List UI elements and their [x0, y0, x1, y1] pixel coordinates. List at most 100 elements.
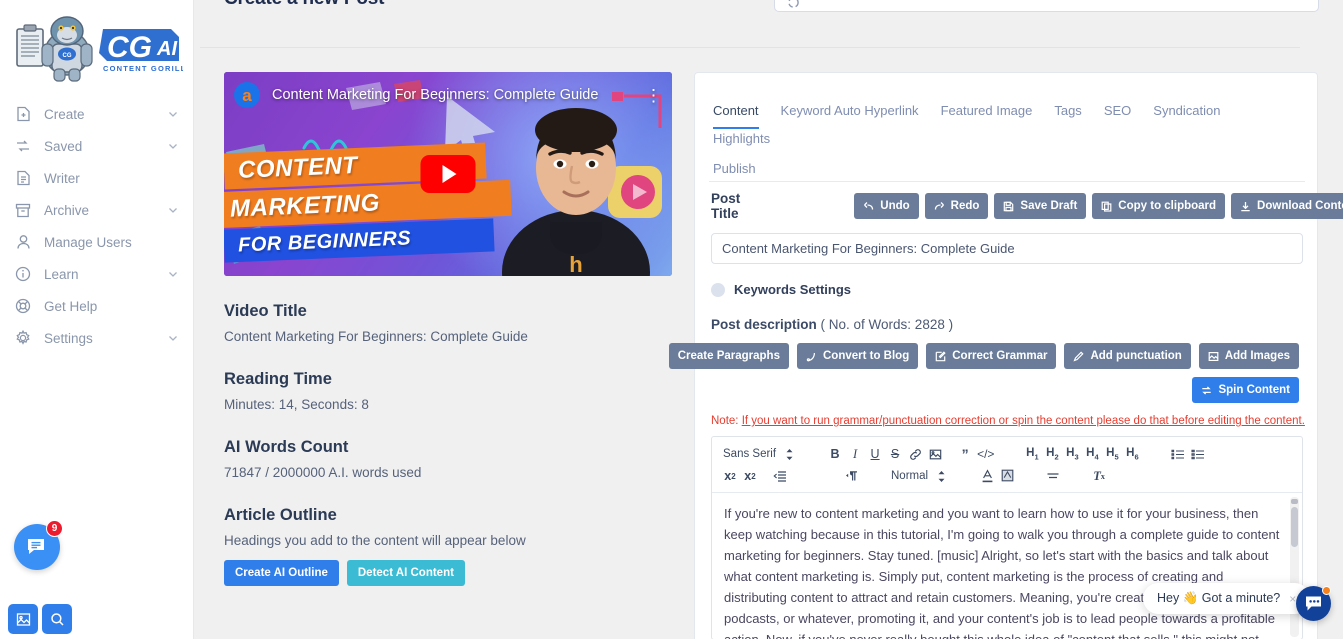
tab-publish[interactable]: Publish	[713, 161, 756, 187]
ordered-list-icon[interactable]	[1168, 444, 1188, 464]
tab-tags[interactable]: Tags	[1054, 103, 1081, 129]
editor-content-area[interactable]: If you're new to content marketing and y…	[712, 493, 1302, 639]
no-caret	[167, 172, 179, 184]
keywords-settings-row[interactable]: Keywords Settings	[711, 282, 1317, 297]
tab-featured-image[interactable]: Featured Image	[941, 103, 1033, 129]
sidebar-item-archive[interactable]: Archive	[0, 194, 193, 226]
background-color-icon[interactable]	[997, 466, 1017, 486]
editor-scrollbar-thumb[interactable]	[1291, 507, 1298, 547]
h1-icon[interactable]: H1	[1022, 444, 1042, 464]
sidebar-item-get-help[interactable]: Get Help	[0, 290, 193, 322]
sidebar-item-create[interactable]: Create	[0, 98, 193, 130]
block-format-select[interactable]: Normal	[888, 466, 931, 486]
redo-button[interactable]: Redo	[924, 193, 989, 219]
post-description-row: Post description ( No. of Words: 2828 )	[711, 317, 1317, 332]
correct-grammar-label: Correct Grammar	[952, 350, 1048, 362]
article-outline-hint: Headings you add to the content will app…	[224, 533, 526, 548]
h5-icon[interactable]: H5	[1102, 444, 1122, 464]
subscript-icon[interactable]: x2	[720, 466, 740, 486]
add-punctuation-button[interactable]: Add punctuation	[1064, 343, 1191, 369]
toolbar-spacer	[1017, 466, 1043, 486]
font-family-stepper-icon[interactable]	[779, 444, 799, 464]
save-draft-button[interactable]: Save Draft	[994, 193, 1087, 219]
create-paragraphs-button[interactable]: Create Paragraphs	[668, 343, 789, 369]
note-text: If you want to run grammar/punctuation c…	[741, 415, 1305, 427]
sidebar: CG CG AI CONTENT GORILLA AI	[0, 0, 194, 639]
video-player[interactable]: CONTENT MARKETING FOR BEGINNERS h a Cont…	[224, 72, 672, 276]
ai-words-count-heading: AI Words Count	[224, 438, 349, 456]
h4-icon[interactable]: H4	[1082, 444, 1102, 464]
undo-button[interactable]: Undo	[854, 193, 919, 219]
play-button[interactable]	[420, 155, 476, 193]
superscript-icon[interactable]: x2	[740, 466, 760, 486]
underline-icon[interactable]: U	[865, 444, 885, 464]
editor-scrollbar[interactable]	[1290, 497, 1299, 637]
description-action-buttons: Create Paragraphs Convert to Blog Correc…	[668, 343, 1299, 369]
download-content-button[interactable]: Download Content	[1231, 193, 1343, 219]
search-icon	[50, 612, 64, 626]
support-chat-launcher[interactable]: 9	[14, 520, 63, 570]
sidebar-item-settings[interactable]: Settings	[0, 322, 193, 354]
clear-format-icon[interactable]: Tx	[1089, 466, 1109, 486]
chat-dots-icon	[1306, 596, 1321, 611]
blog-icon	[806, 351, 817, 362]
tab-keyword-auto-hyperlink[interactable]: Keyword Auto Hyperlink	[781, 103, 919, 129]
chat-fab-button[interactable]	[1296, 586, 1331, 621]
presenter-photo: h	[502, 108, 650, 276]
post-description-label: Post description	[711, 317, 817, 332]
chevron-down-icon	[167, 332, 179, 344]
copy-to-clipboard-button[interactable]: Copy to clipboard	[1092, 193, 1226, 219]
search-button[interactable]	[42, 604, 72, 634]
bold-icon[interactable]: B	[825, 444, 845, 464]
create-ai-outline-button[interactable]: Create AI Outline	[224, 560, 339, 586]
post-title-input[interactable]	[711, 233, 1303, 264]
page-header: Create a new Post	[194, 0, 1343, 10]
more-options-icon[interactable]: ⋮	[645, 87, 662, 104]
text-color-icon[interactable]	[977, 466, 997, 486]
blockquote-icon[interactable]: ”	[955, 444, 975, 464]
word-count: ( No. of Words: 2828 )	[820, 317, 954, 332]
app-logo[interactable]: CG CG AI CONTENT GORILLA AI	[0, 0, 193, 94]
bullet-list-icon[interactable]	[1188, 444, 1208, 464]
image-icon[interactable]	[925, 444, 945, 464]
add-images-button[interactable]: Add Images	[1198, 343, 1299, 369]
channel-avatar[interactable]: a	[234, 82, 260, 108]
rtl-icon[interactable]	[842, 466, 862, 486]
align-icon[interactable]	[1043, 466, 1063, 486]
strikethrough-icon[interactable]: S	[885, 444, 905, 464]
editor-note: Note: If you want to run grammar/punctua…	[711, 415, 1317, 427]
copy-to-clipboard-label: Copy to clipboard	[1118, 200, 1217, 212]
tab-highlights[interactable]: Highlights	[713, 131, 770, 157]
convert-to-blog-button[interactable]: Convert to Blog	[796, 343, 919, 369]
link-icon[interactable]	[905, 444, 925, 464]
keywords-settings-toggle[interactable]	[711, 282, 725, 297]
font-family-select[interactable]: Sans Serif	[720, 444, 779, 464]
h3-icon[interactable]: H3	[1062, 444, 1082, 464]
h6-icon[interactable]: H6	[1122, 444, 1142, 464]
sidebar-item-saved[interactable]: Saved	[0, 130, 193, 162]
convert-to-blog-label: Convert to Blog	[822, 350, 910, 362]
tab-seo[interactable]: SEO	[1104, 103, 1131, 129]
tab-content[interactable]: Content	[713, 103, 759, 129]
outdent-icon[interactable]	[770, 466, 790, 486]
post-title-label: Post Title	[711, 191, 741, 221]
sidebar-item-writer[interactable]: Writer	[0, 162, 193, 194]
correct-grammar-button[interactable]: Correct Grammar	[926, 343, 1057, 369]
tab-syndication[interactable]: Syndication	[1153, 103, 1220, 129]
chat-greeting-popup[interactable]: Hey 👋 Got a minute? ×	[1143, 583, 1311, 614]
detect-ai-content-button[interactable]: Detect AI Content	[346, 560, 465, 586]
media-library-button[interactable]	[8, 604, 38, 634]
add-punctuation-label: Add punctuation	[1090, 350, 1182, 362]
svg-text:AI: AI	[156, 38, 177, 60]
block-format-stepper-icon[interactable]	[931, 466, 951, 486]
sidebar-item-learn[interactable]: Learn	[0, 258, 193, 290]
chevron-down-icon	[167, 108, 179, 120]
sidebar-item-manage-users[interactable]: Manage Users	[0, 226, 193, 258]
spin-content-button[interactable]: Spin Content	[1192, 377, 1299, 403]
redo-icon	[934, 201, 945, 212]
h2-icon[interactable]: H2	[1042, 444, 1062, 464]
italic-icon[interactable]: I	[845, 444, 865, 464]
outline-actions: Create AI Outline Detect AI Content	[224, 560, 672, 586]
svg-text:h: h	[569, 252, 582, 276]
code-icon[interactable]: </>	[975, 444, 996, 464]
